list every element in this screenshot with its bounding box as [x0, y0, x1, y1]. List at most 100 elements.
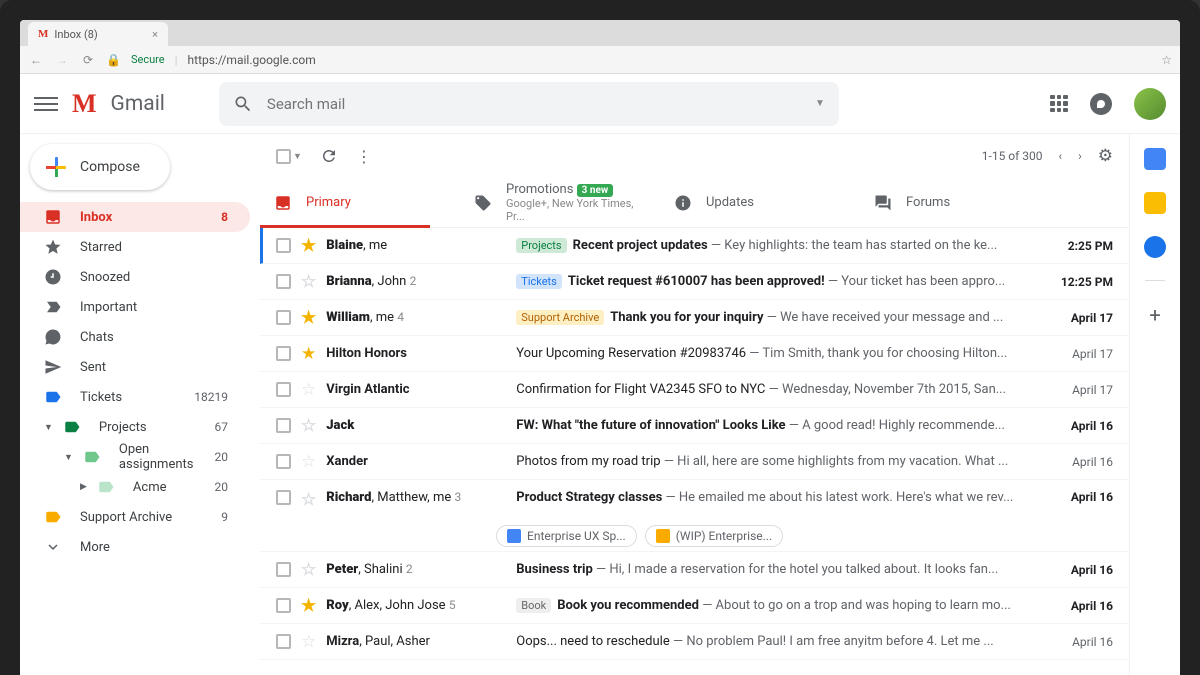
sidebar-item-support-archive[interactable]: Support Archive9: [20, 502, 250, 532]
gear-icon[interactable]: ⚙: [1098, 146, 1113, 166]
star-icon[interactable]: ☆: [301, 272, 316, 292]
star-icon[interactable]: ★: [301, 308, 316, 328]
star-icon[interactable]: ★: [301, 236, 316, 256]
attachment-chip[interactable]: (WIP) Enterprise...: [645, 525, 783, 547]
forward-icon[interactable]: →: [54, 53, 70, 67]
refresh-icon[interactable]: [320, 147, 338, 165]
row-checkbox[interactable]: [276, 598, 291, 613]
row-checkbox[interactable]: [276, 490, 291, 505]
search-input[interactable]: [267, 95, 801, 113]
email-row[interactable]: ☆ Peter, Shalini 2 Business trip — Hi, I…: [260, 552, 1129, 588]
row-checkbox[interactable]: [276, 562, 291, 577]
more-icon: [44, 538, 62, 556]
email-row[interactable]: ★ William, me 4 Support ArchiveThank you…: [260, 300, 1129, 336]
subject-line: TicketsTicket request #610007 has been a…: [516, 274, 1039, 289]
sidebar-item-more[interactable]: More: [20, 532, 250, 562]
bookmark-icon[interactable]: ☆: [1161, 53, 1172, 67]
tab-updates[interactable]: Updates: [660, 178, 860, 227]
row-checkbox[interactable]: [276, 418, 291, 433]
nav-label: More: [80, 540, 110, 555]
subject-line: Support ArchiveThank you for your inquir…: [516, 310, 1039, 325]
chevron-down-icon: ▼: [44, 422, 53, 433]
sidebar-item-open-assignments[interactable]: ▼Open assignments20: [20, 442, 250, 472]
email-row[interactable]: ☆ Virgin Atlantic Confirmation for Fligh…: [260, 372, 1129, 408]
star-icon[interactable]: ☆: [301, 560, 316, 580]
compose-button[interactable]: Compose: [30, 144, 170, 190]
nav-label: Inbox: [80, 210, 112, 225]
next-page-icon[interactable]: ›: [1078, 149, 1082, 163]
add-addon-icon[interactable]: +: [1149, 303, 1160, 327]
star-icon[interactable]: ☆: [301, 490, 316, 510]
row-checkbox[interactable]: [276, 382, 291, 397]
row-checkbox[interactable]: [276, 274, 291, 289]
sidebar-item-inbox[interactable]: Inbox8: [20, 202, 250, 232]
email-row[interactable]: ☆ Richard, Matthew, me 3 Product Strateg…: [260, 480, 1129, 552]
sidebar-item-acme[interactable]: ▶Acme20: [20, 472, 250, 502]
star-icon[interactable]: ☆: [301, 380, 316, 400]
label-icon: [97, 478, 115, 496]
notifications-icon[interactable]: [1090, 93, 1112, 115]
star-icon[interactable]: ★: [301, 596, 316, 616]
row-checkbox[interactable]: [276, 634, 291, 649]
snippet: — Tim Smith, thank you for choosing Hilt…: [749, 346, 1007, 361]
sidebar-item-important[interactable]: Important: [20, 292, 250, 322]
prev-page-icon[interactable]: ‹: [1059, 149, 1063, 163]
menu-icon[interactable]: [34, 92, 58, 116]
reload-icon[interactable]: ⟳: [80, 53, 96, 67]
email-row[interactable]: ★ Blaine, me ProjectsRecent project upda…: [260, 228, 1129, 264]
close-icon[interactable]: ×: [152, 28, 158, 41]
select-dropdown-icon[interactable]: ▼: [293, 151, 302, 162]
tasks-icon[interactable]: [1144, 236, 1166, 258]
timestamp: 12:25 PM: [1049, 275, 1113, 289]
star-icon[interactable]: ★: [301, 344, 316, 364]
sidebar-item-snoozed[interactable]: Snoozed: [20, 262, 250, 292]
star-icon[interactable]: ☆: [301, 632, 316, 652]
sidebar-item-starred[interactable]: Starred: [20, 232, 250, 262]
email-row[interactable]: ☆ Jack FW: What "the future of innovatio…: [260, 408, 1129, 444]
apps-icon[interactable]: [1050, 95, 1068, 113]
star-icon[interactable]: ☆: [301, 452, 316, 472]
search-options-icon[interactable]: ▼: [815, 98, 825, 109]
keep-icon[interactable]: [1144, 192, 1166, 214]
avatar[interactable]: [1134, 88, 1166, 120]
more-icon[interactable]: ⋮: [356, 147, 371, 166]
row-checkbox[interactable]: [276, 346, 291, 361]
email-row[interactable]: ☆ Brianna, John 2 TicketsTicket request …: [260, 264, 1129, 300]
email-row[interactable]: ☆ Mizra, Paul, Asher Oops... need to res…: [260, 624, 1129, 660]
email-row[interactable]: ★ Hilton Honors Your Upcoming Reservatio…: [260, 336, 1129, 372]
nav-label: Snoozed: [80, 270, 130, 285]
sidebar-item-chats[interactable]: Chats: [20, 322, 250, 352]
tab-primary[interactable]: Primary: [260, 178, 460, 227]
email-row[interactable]: ☆ Xander Photos from my road trip — Hi a…: [260, 444, 1129, 480]
star-icon[interactable]: ☆: [301, 416, 316, 436]
sidebar-item-tickets[interactable]: Tickets18219: [20, 382, 250, 412]
file-icon: [656, 529, 670, 543]
attachment-chip[interactable]: Enterprise UX Sp...: [496, 525, 637, 547]
subject: Business trip: [516, 562, 593, 577]
tab-forums[interactable]: Forums: [860, 178, 1060, 227]
email-row[interactable]: ★ Roy, Alex, John Jose 5 BookBook you re…: [260, 588, 1129, 624]
snippet: — Wednesday, November 7th 2015, San...: [769, 382, 1006, 397]
select-all-checkbox[interactable]: [276, 149, 291, 164]
important-icon: [44, 298, 62, 316]
sidebar-item-projects[interactable]: ▼Projects67: [20, 412, 250, 442]
sidebar-item-sent[interactable]: Sent: [20, 352, 250, 382]
sender: Hilton Honors: [326, 346, 506, 361]
subject-line: Business trip — Hi, I made a reservation…: [516, 562, 1039, 577]
calendar-icon[interactable]: [1144, 148, 1166, 170]
row-checkbox[interactable]: [276, 238, 291, 253]
back-icon[interactable]: ←: [28, 53, 44, 67]
url-text[interactable]: https://mail.google.com: [188, 53, 316, 67]
subject-line: FW: What "the future of innovation" Look…: [516, 418, 1039, 433]
nav-label: Chats: [80, 330, 114, 345]
nav-count: 18219: [194, 390, 228, 404]
attachments: Enterprise UX Sp... (WIP) Enterprise...: [276, 525, 1113, 547]
sender: Brianna, John 2: [326, 274, 506, 289]
category-tabs: PrimaryPromotions 3 newGoogle+, New York…: [260, 178, 1129, 228]
row-checkbox[interactable]: [276, 310, 291, 325]
nav-label: Sent: [80, 360, 106, 375]
row-checkbox[interactable]: [276, 454, 291, 469]
tab-promotions[interactable]: Promotions 3 newGoogle+, New York Times,…: [460, 178, 660, 227]
search-box[interactable]: ▼: [219, 82, 839, 126]
browser-tab[interactable]: M Inbox (8) ×: [28, 22, 168, 46]
